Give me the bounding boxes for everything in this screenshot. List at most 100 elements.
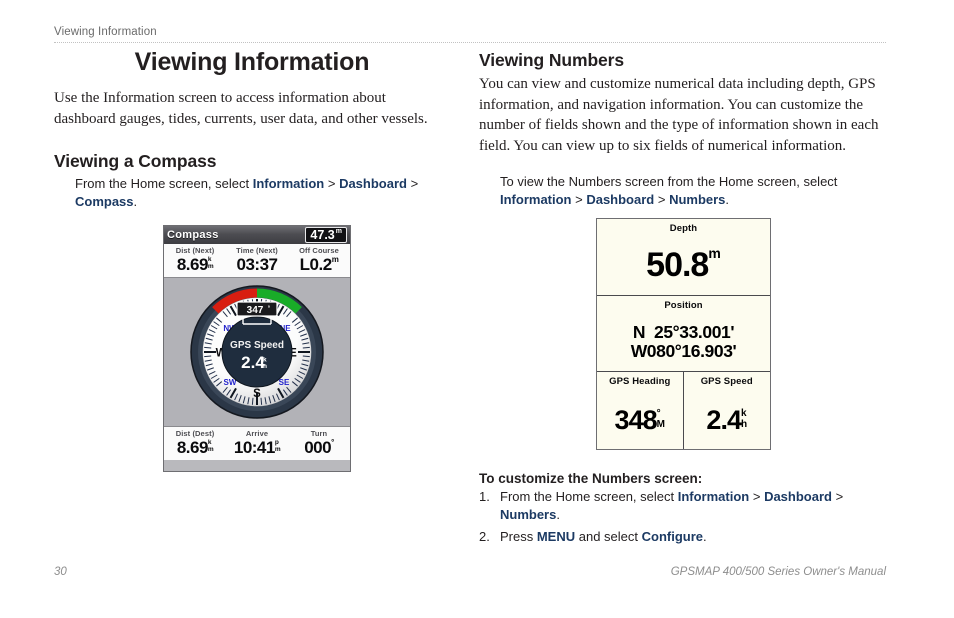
numbers-screen-image: Depth 50.8m Position N 25°33.001' W080°1…: [596, 218, 771, 450]
menu-path-dashboard: Dashboard: [586, 191, 655, 207]
procedure-steps-list: 1. From the Home screen, select Informati…: [479, 488, 879, 546]
field-label: Turn: [310, 429, 328, 438]
path-separator: >: [571, 191, 587, 207]
step-lead-text: Press: [500, 529, 537, 544]
compass-center-value: 2.4: [241, 353, 265, 372]
field-value: 10:41p m: [226, 438, 288, 457]
menu-path-compass: Compass: [75, 193, 134, 209]
panel-label: Depth: [669, 223, 698, 234]
page-running-header: Viewing Information: [54, 26, 886, 43]
section-heading-viewing-a-compass: Viewing a Compass: [54, 151, 217, 171]
panel-label: Position: [664, 300, 703, 311]
menu-path-information: Information: [500, 191, 572, 207]
panel-value-lat: N 25°33.001': [632, 322, 735, 342]
procedure-block: To customize the Numbers screen: 1. From …: [479, 470, 879, 551]
compass-instruction: From the Home screen, select Information…: [54, 175, 450, 210]
data-field: Arrive 10:41p m: [226, 427, 288, 460]
compass-depth-unit: m: [335, 228, 342, 235]
instruction-lead-text: From the Home screen, select: [75, 176, 253, 191]
field-number: 10:41: [233, 438, 275, 457]
intercardinal-se: SE: [279, 378, 290, 387]
field-value: 8.69k m: [164, 438, 226, 457]
data-field: Dist (Dest) 8.69k m: [164, 427, 226, 460]
field-number: L0.2: [299, 255, 333, 274]
path-separator: >: [324, 176, 340, 191]
procedure-heading: To customize the Numbers screen:: [479, 471, 703, 486]
unit-bottom: M: [656, 418, 665, 430]
page-title: Viewing Information: [134, 48, 370, 76]
instruction-lead-text: To view the Numbers screen from the Home…: [500, 174, 838, 189]
left-column: Viewing Information Use the Information …: [54, 48, 450, 210]
step-period: .: [556, 506, 560, 522]
key-menu: MENU: [536, 529, 576, 544]
unit-bottom: h: [740, 418, 748, 430]
panel-label: GPS Heading: [609, 376, 671, 387]
intro-paragraph-right: You can view and customize numerical dat…: [479, 76, 879, 154]
field-label: Arrive: [245, 429, 269, 438]
field-number: 000: [304, 438, 332, 457]
unit-bottom: m: [207, 262, 214, 270]
numbers-panel-gps-heading: GPS Heading 348° M: [597, 372, 684, 449]
section-heading-viewing-numbers: Viewing Numbers: [479, 50, 625, 70]
intro-paragraph-left: Use the Information screen to access inf…: [54, 90, 428, 127]
field-number: 8.69: [176, 255, 209, 274]
running-head-text: Viewing Information: [54, 26, 157, 38]
menu-path-configure: Configure: [641, 529, 704, 544]
panel-number: 50.8: [646, 246, 709, 284]
panel-value: 50.8m: [597, 245, 770, 285]
data-field: Turn 000°: [288, 427, 350, 460]
footer-manual-title: GPSMAP 400/500 Series Owner's Manual: [670, 566, 886, 578]
field-unit: °: [331, 438, 334, 447]
panel-number: 348: [614, 405, 658, 435]
field-number: 03:37: [236, 255, 278, 274]
compass-depth-value: 47.3: [310, 228, 335, 242]
field-unit: pm: [274, 439, 281, 453]
instruction-period: .: [725, 191, 730, 207]
path-separator: >: [654, 191, 670, 207]
panel-number: 2.4: [706, 405, 742, 435]
field-label: Time (Next): [236, 246, 278, 255]
compass-rose-graphic: N E S W NE SE SW NW GPS Speed 2.4 k n 34…: [190, 285, 324, 419]
numbers-panel-gps-speed: GPS Speed 2.4k h: [684, 372, 771, 449]
menu-path-information: Information: [677, 489, 750, 504]
path-separator: >: [831, 489, 844, 504]
data-field: Dist (Next) 8.69k m: [164, 244, 226, 277]
panel-unit: m: [708, 245, 721, 261]
field-unit: m: [331, 255, 339, 264]
data-field: Off Course L0.2m: [288, 244, 350, 277]
menu-path-dashboard: Dashboard: [339, 176, 407, 191]
field-value: 03:37: [226, 255, 288, 274]
compass-depth-readout: 47.3 m: [305, 227, 347, 243]
compass-bottom-data-strip: Dist (Dest) 8.69k m Arrive 10:41p m Turn 0…: [164, 426, 350, 460]
numbers-instruction: To view the Numbers screen from the Home…: [479, 173, 879, 208]
instruction-period: .: [133, 193, 138, 209]
field-value: L0.2m: [288, 255, 350, 274]
compass-screen-image: Compass 47.3 m Dist (Next) 8.69k m Time (N…: [163, 225, 351, 472]
data-field: Time (Next) 03:37: [226, 244, 288, 277]
compass-screen-title: Compass: [167, 229, 219, 241]
unit-top: k: [740, 408, 747, 419]
menu-path-numbers: Numbers: [669, 191, 726, 207]
heading-value: 347: [247, 305, 264, 316]
panel-label: GPS Speed: [700, 376, 753, 387]
list-item: 2. Press MENU and select Configure.: [479, 528, 879, 546]
step-number: 1.: [479, 489, 490, 504]
panel-unit: kh: [740, 408, 748, 430]
field-value: 8.69k m: [164, 255, 226, 274]
compass-center-unit-bottom: n: [263, 363, 267, 370]
path-separator: >: [406, 176, 419, 191]
field-label: Dist (Next): [175, 246, 215, 255]
right-column: Viewing Numbers You can view and customi…: [479, 48, 879, 208]
numbers-panel-position: Position N 25°33.001' W080°16.903': [597, 296, 770, 372]
compass-top-data-strip: Dist (Next) 8.69k m Time (Next) 03:37 Off…: [164, 244, 350, 278]
field-label: Off Course: [299, 246, 339, 255]
field-unit: km: [207, 256, 214, 270]
field-value: 000°: [288, 438, 350, 457]
compass-rose-area: N E S W NE SE SW NW GPS Speed 2.4 k n 34…: [164, 278, 350, 426]
unit-bottom: m: [274, 445, 281, 453]
menu-path-dashboard: Dashboard: [764, 489, 832, 504]
step-period: .: [703, 529, 707, 544]
panel-unit: ° M: [656, 408, 665, 430]
field-number: 8.69: [176, 438, 209, 457]
step-lead-text: From the Home screen, select: [500, 489, 678, 504]
